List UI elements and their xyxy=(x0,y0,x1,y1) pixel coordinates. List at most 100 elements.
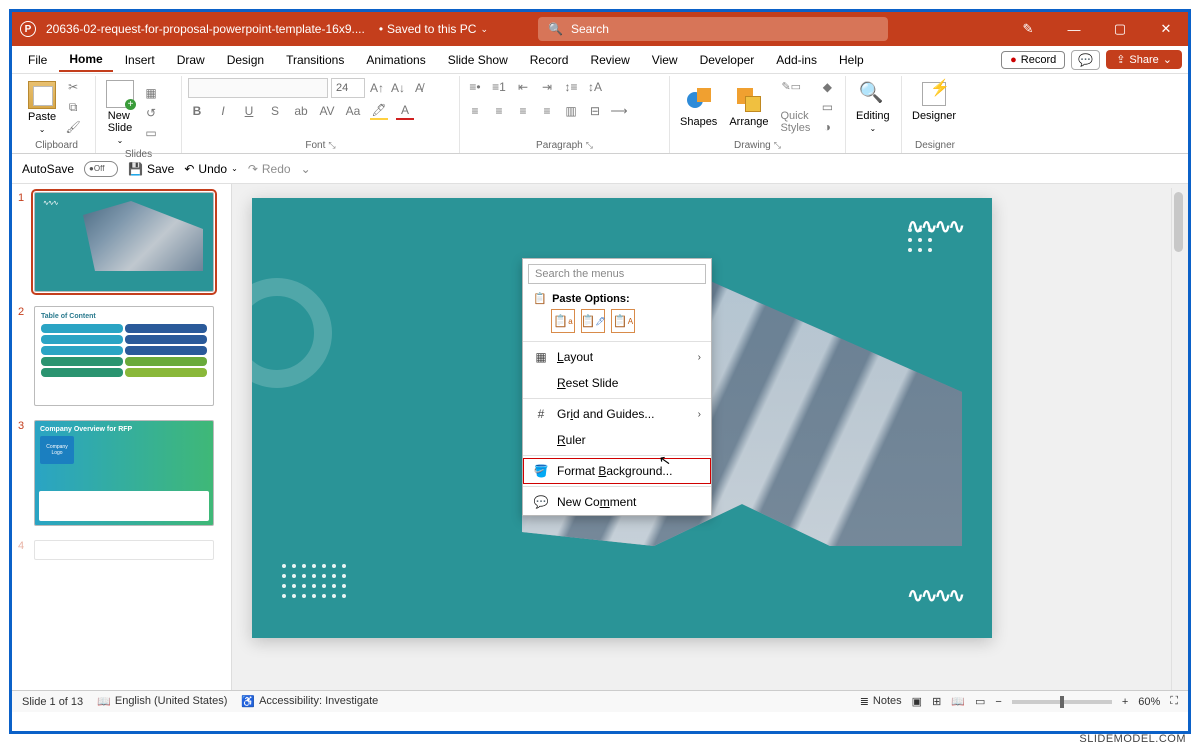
thumb-slide-3[interactable]: Company Overview for RFP Company Logo xyxy=(34,420,214,526)
tab-review[interactable]: Review xyxy=(580,49,639,71)
menu-ruler[interactable]: Ruler xyxy=(523,427,711,453)
clear-format-icon[interactable]: A̸ xyxy=(410,79,428,97)
record-button[interactable]: ●Record xyxy=(1001,51,1065,69)
menu-grid-guides[interactable]: #Grid and Guides...› xyxy=(523,401,711,427)
tab-view[interactable]: View xyxy=(642,49,688,71)
designer-button[interactable]: ⚡Designer xyxy=(908,78,960,124)
text-direction-icon[interactable]: ↕A xyxy=(586,78,604,96)
strike-icon[interactable]: S xyxy=(266,102,284,120)
view-normal-icon[interactable]: ▣ xyxy=(912,695,922,708)
comments-button[interactable]: 💬 xyxy=(1071,50,1100,70)
view-sorter-icon[interactable]: ⊞ xyxy=(932,695,941,708)
cut-icon[interactable]: ✂ xyxy=(64,78,82,96)
align-text-icon[interactable]: ⊟ xyxy=(586,102,604,120)
slide-thumbnails-pane[interactable]: 1 ∿∿∿ 2 Table of Content xyxy=(12,184,232,690)
font-name-input[interactable] xyxy=(188,78,328,98)
font-size-input[interactable] xyxy=(331,78,365,98)
tab-transitions[interactable]: Transitions xyxy=(276,49,354,71)
tab-addins[interactable]: Add-ins xyxy=(766,49,827,71)
indent-inc-icon[interactable]: ⇥ xyxy=(538,78,556,96)
zoom-out-icon[interactable]: − xyxy=(995,696,1001,708)
justify-icon[interactable]: ≡ xyxy=(538,102,556,120)
minimize-button[interactable]: — xyxy=(1060,17,1088,41)
align-right-icon[interactable]: ≡ xyxy=(514,102,532,120)
qat-more-icon[interactable]: ⌄ xyxy=(301,162,311,176)
tab-file[interactable]: File xyxy=(18,49,57,71)
section-icon[interactable]: ▭ xyxy=(142,124,160,142)
menu-layout[interactable]: ▦Layout› xyxy=(523,344,711,370)
spacing-icon[interactable]: AV xyxy=(318,102,336,120)
tab-slideshow[interactable]: Slide Show xyxy=(438,49,518,71)
indent-dec-icon[interactable]: ⇤ xyxy=(514,78,532,96)
shrink-font-icon[interactable]: A↓ xyxy=(389,79,407,97)
tab-design[interactable]: Design xyxy=(217,49,274,71)
share-button[interactable]: ⇪ Share ⌄ xyxy=(1106,50,1182,69)
quick-styles-button[interactable]: ✎▭Quick Styles xyxy=(776,78,814,136)
paste-dest-theme-icon[interactable]: 📋a xyxy=(551,309,575,333)
undo-button[interactable]: ↶Undo ⌄ xyxy=(184,162,237,176)
thumb-slide-4[interactable] xyxy=(34,540,214,560)
drawing-dialog-launcher-icon[interactable]: ⤡ xyxy=(774,140,781,151)
underline-icon[interactable]: U xyxy=(240,102,258,120)
arrange-button[interactable]: Arrange xyxy=(725,84,772,130)
fit-to-window-icon[interactable]: ⛶ xyxy=(1170,695,1178,708)
close-button[interactable]: ✕ xyxy=(1152,17,1180,41)
shape-effects-icon[interactable]: ◑ xyxy=(818,118,836,136)
numbering-icon[interactable]: ≡1 xyxy=(490,78,508,96)
notes-button[interactable]: ≣Notes xyxy=(860,695,902,708)
zoom-level[interactable]: 60% xyxy=(1138,696,1160,708)
shadow-icon[interactable]: ab xyxy=(292,102,310,120)
tab-animations[interactable]: Animations xyxy=(356,49,435,71)
paste-button[interactable]: Paste⌄ xyxy=(24,79,60,136)
bullets-icon[interactable]: ≡• xyxy=(466,78,484,96)
tab-insert[interactable]: Insert xyxy=(115,49,165,71)
copy-icon[interactable]: ⧉ xyxy=(64,98,82,116)
accessibility-indicator[interactable]: ♿Accessibility: Investigate xyxy=(241,695,378,708)
menu-search-input[interactable]: Search the menus xyxy=(528,264,706,284)
thumb-slide-1[interactable]: ∿∿∿ xyxy=(34,192,214,292)
line-spacing-icon[interactable]: ↕≡ xyxy=(562,78,580,96)
tab-record[interactable]: Record xyxy=(520,49,579,71)
editing-button[interactable]: 🔍Editing⌄ xyxy=(852,78,894,135)
smartart-icon[interactable]: ⟶ xyxy=(610,102,628,120)
tab-help[interactable]: Help xyxy=(829,49,874,71)
columns-icon[interactable]: ▥ xyxy=(562,102,580,120)
menu-reset-slide[interactable]: Reset Slide xyxy=(523,370,711,396)
search-box[interactable]: 🔍 Search xyxy=(538,17,888,41)
menu-format-background[interactable]: 🪣Format Background... xyxy=(523,458,711,484)
paste-keep-source-icon[interactable]: 📋🖊 xyxy=(581,309,605,333)
bold-icon[interactable]: B xyxy=(188,102,206,120)
reset-icon[interactable]: ↺ xyxy=(142,104,160,122)
font-color-icon[interactable]: A xyxy=(396,102,414,120)
zoom-slider[interactable] xyxy=(1012,700,1112,704)
align-center-icon[interactable]: ≡ xyxy=(490,102,508,120)
lang-indicator[interactable]: 📖English (United States) xyxy=(97,695,227,708)
view-reading-icon[interactable]: 📖 xyxy=(951,695,965,708)
tab-draw[interactable]: Draw xyxy=(167,49,215,71)
paste-picture-icon[interactable]: 📋A xyxy=(611,309,635,333)
ribbon-mode-icon[interactable]: ✎ xyxy=(1014,17,1042,41)
view-slideshow-icon[interactable]: ▭ xyxy=(975,695,985,708)
shape-outline-icon[interactable]: ▭ xyxy=(818,98,836,116)
save-status[interactable]: • Saved to this PC ⌄ xyxy=(375,22,488,36)
para-dialog-launcher-icon[interactable]: ⤡ xyxy=(586,140,593,151)
scrollbar-thumb[interactable] xyxy=(1174,192,1183,252)
autosave-toggle[interactable]: ● Off xyxy=(84,161,118,177)
vertical-scrollbar[interactable] xyxy=(1171,188,1185,707)
layout-icon[interactable]: ▦ xyxy=(142,84,160,102)
case-icon[interactable]: Aa xyxy=(344,102,362,120)
thumb-slide-2[interactable]: Table of Content xyxy=(34,306,214,406)
menu-new-comment[interactable]: 💬New Comment xyxy=(523,489,711,515)
maximize-button[interactable]: ▢ xyxy=(1106,17,1134,41)
shape-fill-icon[interactable]: ◆ xyxy=(818,78,836,96)
highlight-icon[interactable]: 🖊 xyxy=(370,102,388,120)
zoom-in-icon[interactable]: + xyxy=(1122,696,1128,708)
shapes-button[interactable]: Shapes xyxy=(676,84,721,130)
tab-developer[interactable]: Developer xyxy=(690,49,765,71)
grow-font-icon[interactable]: A↑ xyxy=(368,79,386,97)
save-button[interactable]: 💾Save xyxy=(128,162,174,176)
font-dialog-launcher-icon[interactable]: ⤡ xyxy=(328,140,335,151)
format-painter-icon[interactable]: 🖌 xyxy=(64,118,82,136)
new-slide-button[interactable]: + New Slide⌄ xyxy=(102,78,138,147)
align-left-icon[interactable]: ≡ xyxy=(466,102,484,120)
